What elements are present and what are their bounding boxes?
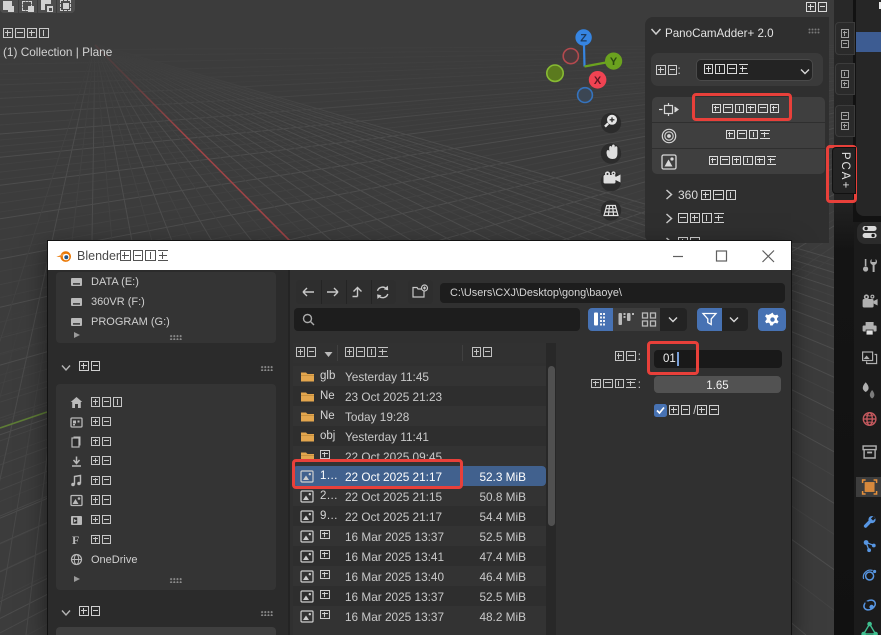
svg-text:F: F <box>72 533 79 546</box>
svg-text:X: X <box>594 75 602 87</box>
svg-text:Y: Y <box>610 56 618 68</box>
svg-text:Z: Z <box>580 33 587 45</box>
